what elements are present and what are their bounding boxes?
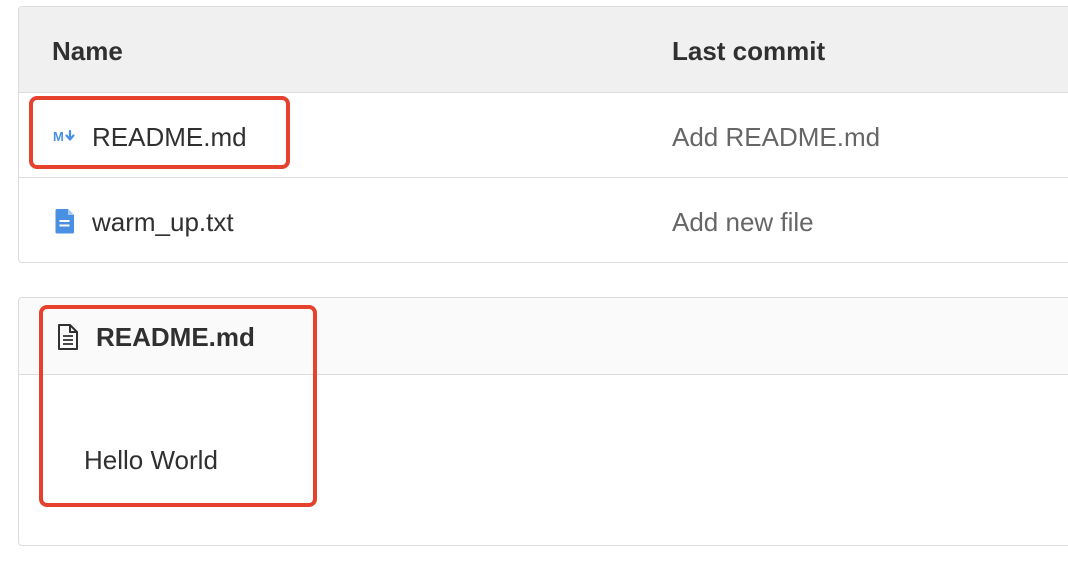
commit-message-link[interactable]: Add README.md [672,122,880,152]
table-header: Name Last commit [19,7,1068,93]
readme-header: README.md [19,298,1068,375]
file-link-warm-up[interactable]: warm_up.txt [92,207,234,237]
file-link-readme[interactable]: README.md [92,122,247,152]
readme-panel: README.md Hello World [18,297,1068,546]
commit-message-link[interactable]: Add new file [672,207,814,237]
readme-title: README.md [96,322,255,352]
file-table: Name Last commit M README.md Add README.… [18,6,1068,263]
markdown-icon: M [53,123,77,149]
text-file-icon [53,208,77,234]
readme-content: Hello World [84,445,218,475]
document-icon [57,323,79,351]
column-header-last-commit: Last commit [672,36,826,66]
svg-text:M: M [53,129,64,144]
table-row[interactable]: M README.md Add README.md [19,93,1068,178]
column-header-name: Name [52,36,123,66]
table-row[interactable]: warm_up.txt Add new file [19,178,1068,262]
